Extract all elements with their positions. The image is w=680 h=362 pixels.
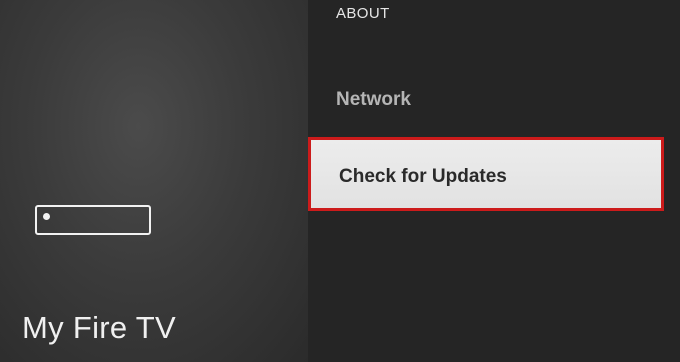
fire-tv-device-icon bbox=[35, 205, 151, 235]
menu-item-network[interactable]: Network bbox=[308, 89, 680, 111]
menu-item-label: Check for Updates bbox=[339, 165, 507, 187]
settings-menu: ABOUT Network Check for Updates bbox=[308, 0, 680, 362]
menu-item-check-for-updates[interactable]: Check for Updates bbox=[308, 137, 664, 211]
fire-tv-settings-screen: My Fire TV ABOUT Network Check for Updat… bbox=[0, 0, 680, 362]
section-panel: My Fire TV bbox=[0, 0, 308, 362]
menu-item-about[interactable]: ABOUT bbox=[308, 5, 680, 22]
device-led-dot bbox=[43, 213, 50, 220]
page-title: My Fire TV bbox=[22, 310, 176, 345]
